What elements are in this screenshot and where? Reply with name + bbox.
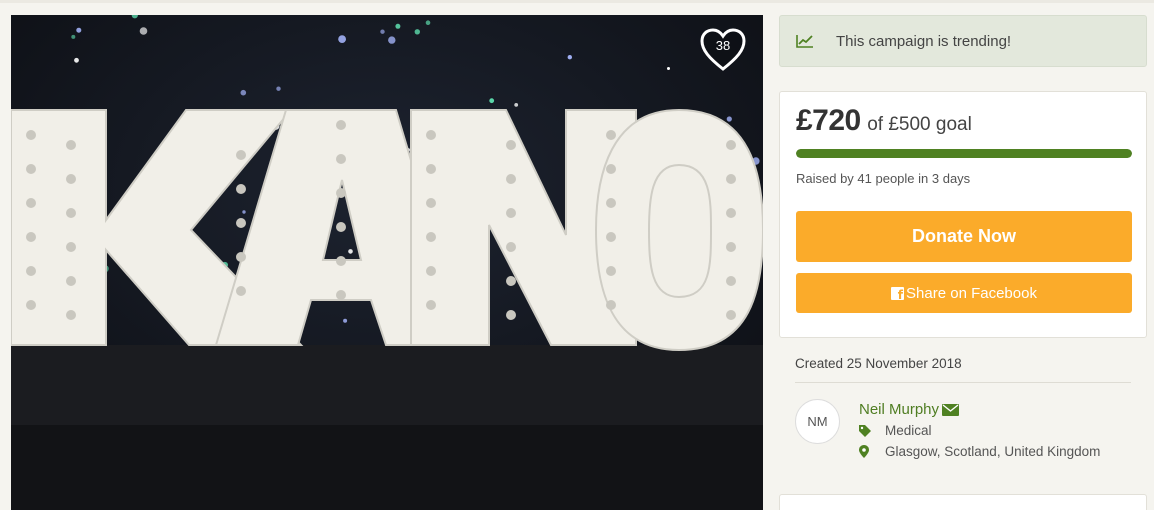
progress-fill (796, 149, 1132, 158)
donor-stats: Raised by 41 people in 3 days (796, 171, 971, 186)
star-light (667, 67, 670, 70)
star-light (139, 27, 148, 35)
trending-text: This campaign is trending! (836, 32, 1012, 50)
marquee-bulb (506, 310, 516, 320)
category-row: Medical (859, 423, 932, 438)
star-light (567, 55, 572, 60)
marquee-bulb (66, 140, 76, 150)
marquee-bulb (66, 310, 76, 320)
favourite-button[interactable]: 38 (699, 27, 747, 73)
marquee-bulb (726, 276, 736, 286)
marquee-bulb (66, 276, 76, 286)
share-facebook-button[interactable]: Share on Facebook (796, 273, 1132, 313)
marquee-bulb (26, 232, 36, 242)
marquee-bulb (506, 242, 516, 252)
star-light (425, 20, 431, 25)
marquee-bulb (606, 130, 616, 140)
marquee-bulb (506, 174, 516, 184)
marquee-bulb (606, 198, 616, 208)
campaign-photo: 38 (11, 15, 763, 510)
section-divider (795, 382, 1131, 383)
category-text: Medical (885, 423, 932, 438)
marquee-bulb (606, 266, 616, 276)
marquee-bulb (336, 256, 346, 266)
donate-now-button[interactable]: Donate Now (796, 211, 1132, 262)
top-divider (0, 0, 1154, 3)
star-light (76, 27, 82, 33)
marquee-bulb (66, 174, 76, 184)
goal-text: of £500 goal (867, 114, 972, 135)
trend-chart-icon (796, 35, 813, 48)
marquee-bulb (336, 154, 346, 164)
marquee-bulb (236, 252, 246, 262)
marquee-bulb (336, 120, 346, 130)
star-light (395, 23, 401, 29)
marquee-bulb (426, 232, 436, 242)
facebook-icon (891, 286, 905, 302)
location-row: Glasgow, Scotland, United Kingdom (859, 444, 1100, 459)
marquee-bulb (726, 174, 736, 184)
star-light (343, 318, 348, 323)
marquee-bulb (336, 222, 346, 232)
marquee-bulb (726, 242, 736, 252)
marquee-bulb (66, 242, 76, 252)
created-date: Created 25 November 2018 (795, 356, 962, 371)
organiser-link[interactable]: Neil Murphy (859, 401, 960, 418)
marquee-bulb (426, 300, 436, 310)
marquee-bulb (26, 164, 36, 174)
marquee-bulb (66, 208, 76, 218)
star-light (276, 86, 281, 91)
marquee-bulb (726, 140, 736, 150)
marquee-bulb (426, 164, 436, 174)
star-light (71, 34, 76, 39)
star-light (380, 29, 385, 34)
star-light (240, 89, 247, 96)
donation-card: £720 of £500 goal Raised by 41 people in… (779, 91, 1147, 338)
marquee-bulb (236, 218, 246, 228)
tag-icon (859, 424, 871, 437)
organiser-name: Neil Murphy (859, 401, 940, 418)
organiser-avatar: NM (795, 399, 840, 444)
marquee-bulb (26, 198, 36, 208)
next-card (779, 494, 1147, 510)
marquee-bulb (426, 130, 436, 140)
trending-banner: This campaign is trending! (779, 15, 1147, 67)
marquee-bulb (426, 198, 436, 208)
envelope-icon[interactable] (942, 403, 960, 416)
marquee-bulb (506, 276, 516, 286)
marquee-bulb (726, 310, 736, 320)
star-light (242, 210, 246, 214)
star-light (338, 35, 346, 43)
kano-letters-photo (11, 15, 763, 510)
star-light (74, 57, 79, 63)
marquee-bulb (606, 300, 616, 310)
marquee-bulb (236, 150, 246, 160)
marquee-bulb (426, 266, 436, 276)
star-light (726, 116, 732, 122)
progress-bar (796, 149, 1132, 158)
marquee-bulb (506, 208, 516, 218)
star-light (489, 98, 495, 104)
marquee-bulb (726, 208, 736, 218)
star-light (514, 103, 519, 107)
marquee-bulb (26, 130, 36, 140)
raised-amount: £720 (796, 104, 861, 137)
marquee-bulb (506, 140, 516, 150)
marquee-bulb (606, 232, 616, 242)
marquee-bulb (236, 286, 246, 296)
location-text: Glasgow, Scotland, United Kingdom (885, 444, 1101, 459)
star-light (348, 249, 353, 254)
marquee-bulb (26, 300, 36, 310)
map-pin-icon (859, 445, 869, 458)
star-light (414, 29, 420, 35)
marquee-bulb (336, 290, 346, 300)
share-facebook-label: Share on Facebook (906, 284, 1037, 302)
marquee-bulb (236, 184, 246, 194)
star-light (388, 36, 396, 44)
marquee-bulb (606, 164, 616, 174)
marquee-bulb (26, 266, 36, 276)
marquee-bulb (336, 188, 346, 198)
raised-summary: £720 of £500 goal (796, 104, 972, 138)
favourite-count: 38 (715, 38, 731, 53)
